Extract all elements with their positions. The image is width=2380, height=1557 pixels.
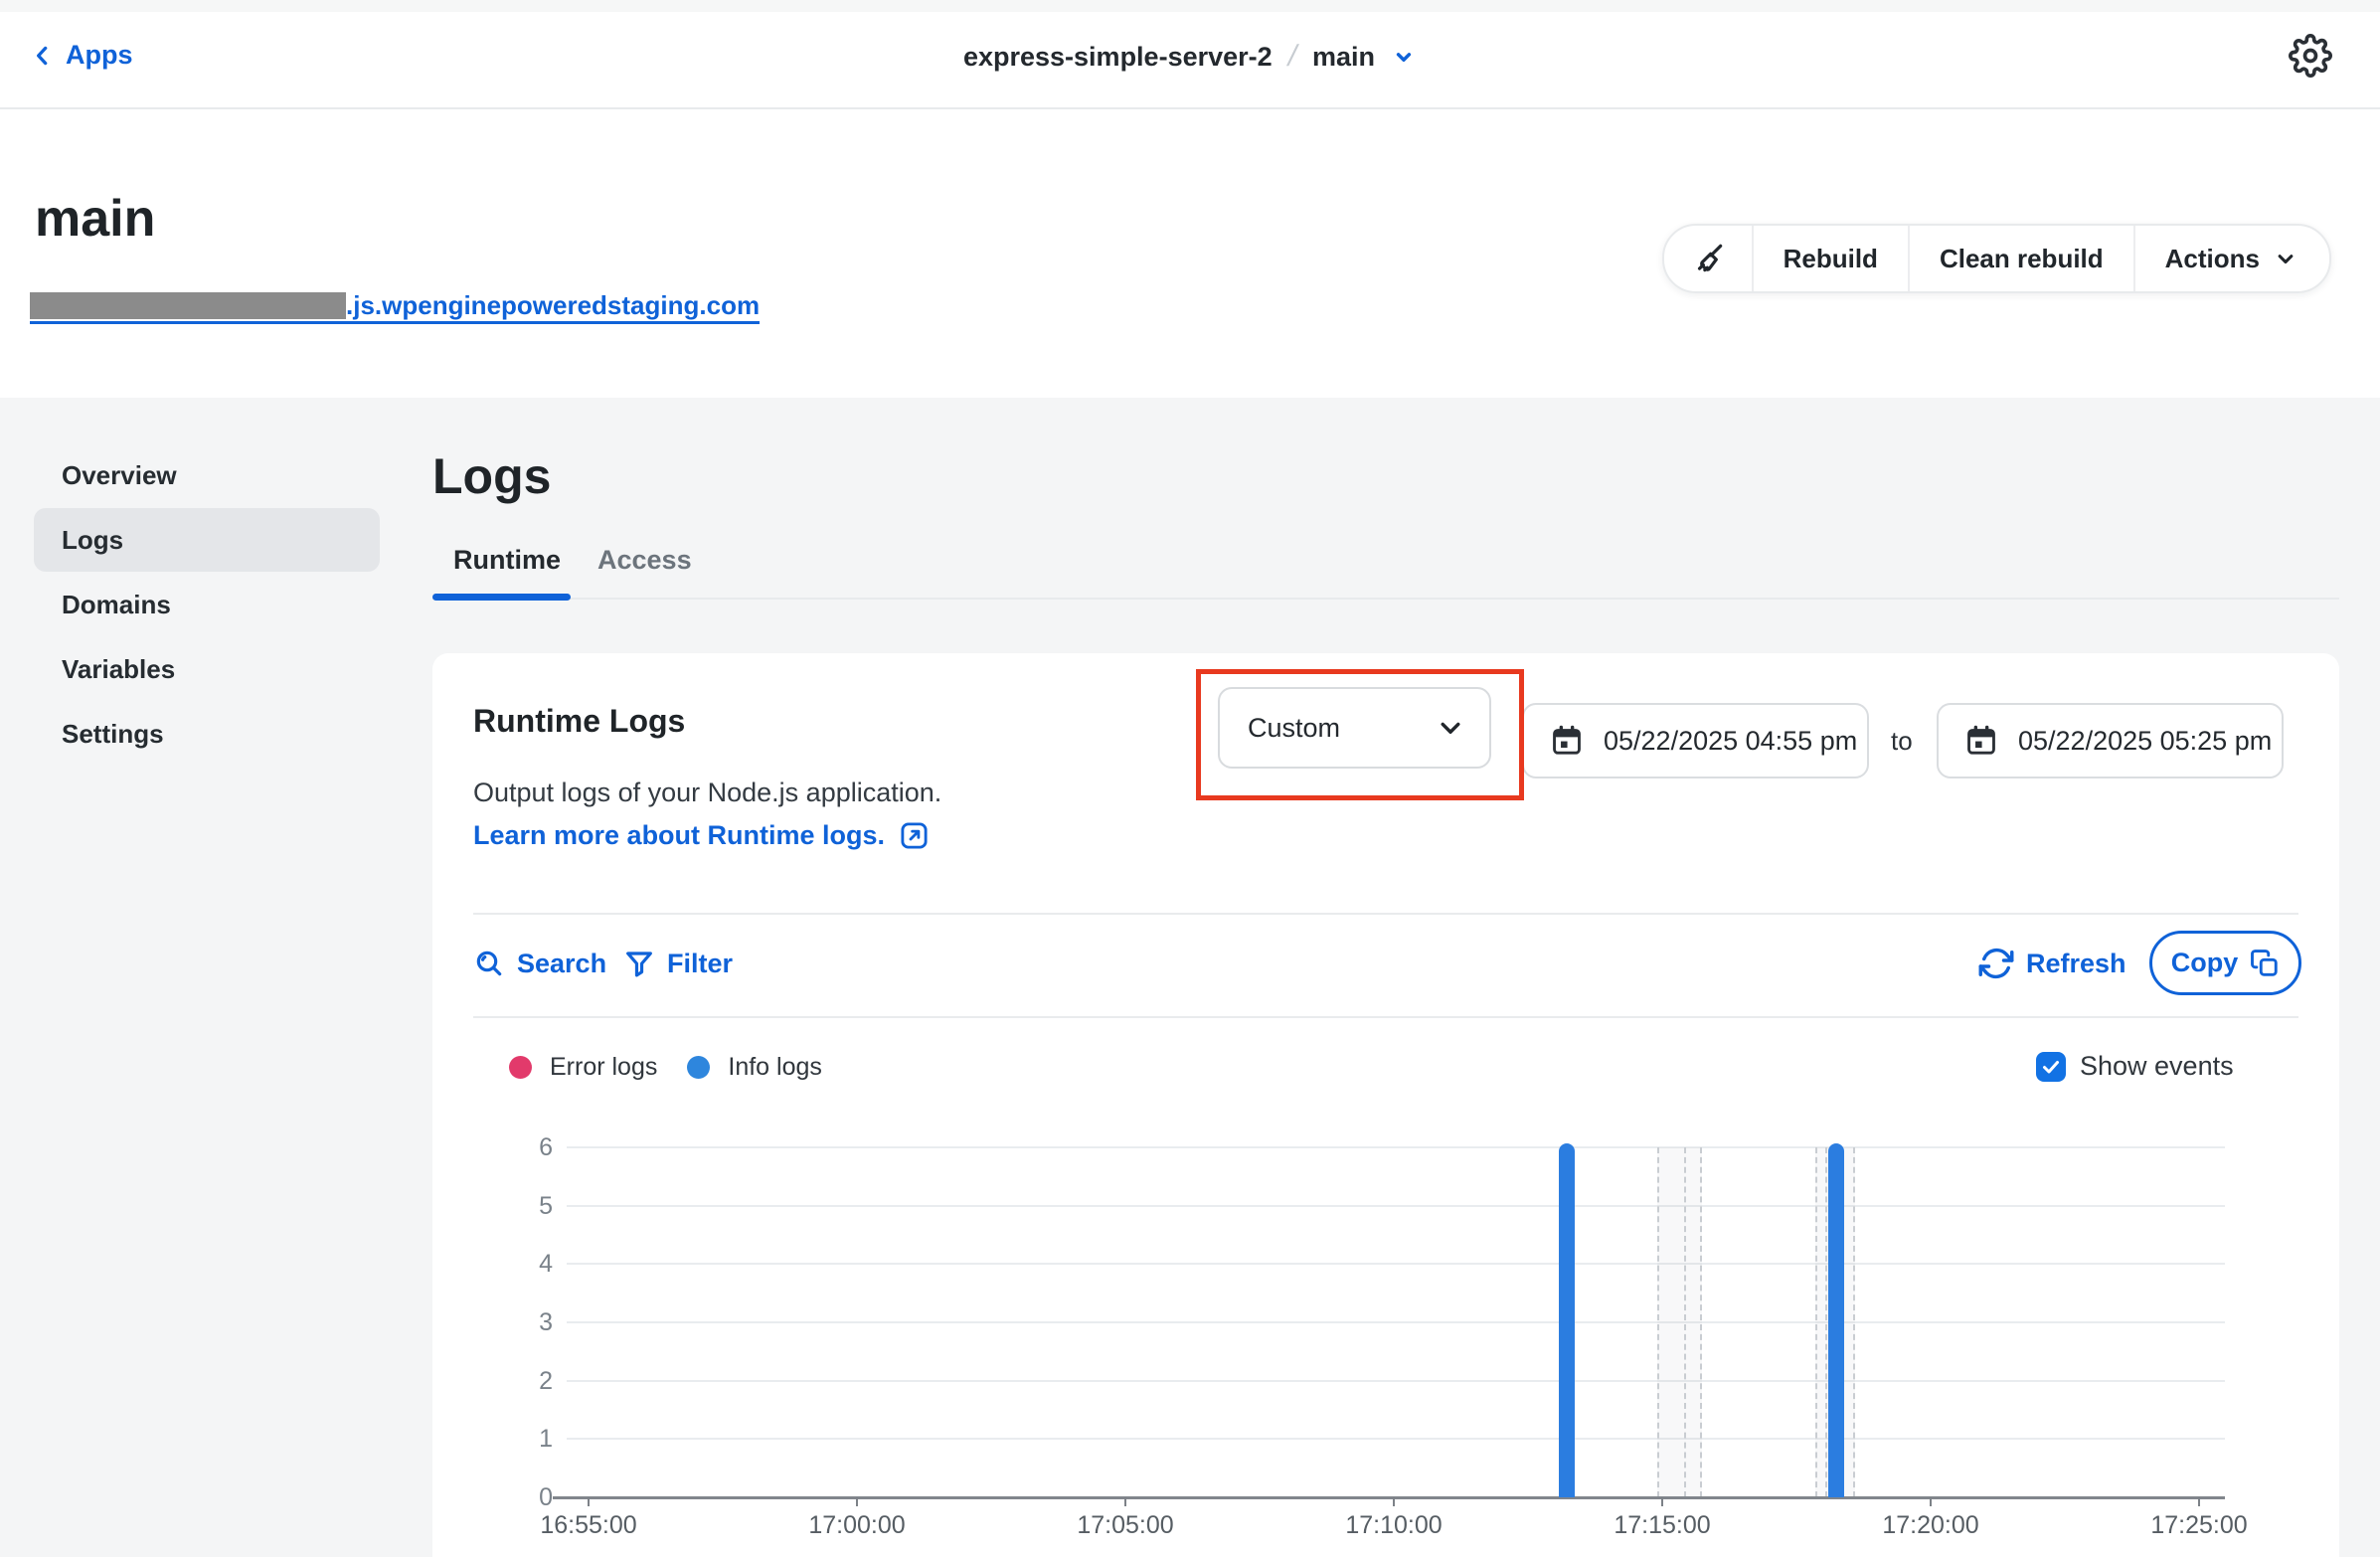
actions-label: Actions <box>2165 244 2260 274</box>
filter-label: Filter <box>667 949 733 979</box>
actions-chevron-down-icon <box>2272 245 2299 272</box>
search-button[interactable]: Search <box>473 944 606 983</box>
environment-header: main .js.wpenginepoweredstaging.com Rebu… <box>0 109 2380 398</box>
sidebar-item-logs[interactable]: Logs <box>34 508 380 572</box>
tab-access[interactable]: Access <box>597 545 692 576</box>
environment-url-link[interactable]: .js.wpenginepoweredstaging.com <box>30 292 760 324</box>
back-label: Apps <box>66 40 133 71</box>
clean-rebuild-label: Clean rebuild <box>1940 244 2104 274</box>
sidebar-item-settings[interactable]: Settings <box>34 702 380 766</box>
search-icon <box>473 948 505 979</box>
date-from-input[interactable]: 05/22/2025 04:55 pm <box>1522 703 1869 778</box>
settings-gear-icon[interactable] <box>2289 34 2332 78</box>
sidebar-item-domains[interactable]: Domains <box>34 573 380 636</box>
sidebar-item-label: Logs <box>62 525 123 556</box>
learn-more-label: Learn more about Runtime logs. <box>473 820 885 851</box>
sidebar-item-label: Variables <box>62 654 175 685</box>
back-to-apps-link[interactable]: Apps <box>30 40 133 71</box>
window-top-strip <box>0 0 2380 12</box>
copy-label: Copy <box>2171 948 2239 978</box>
broom-icon <box>1688 239 1728 278</box>
show-events-checkbox[interactable] <box>2036 1052 2066 1082</box>
calendar-icon <box>1550 724 1584 758</box>
url-redaction-bar <box>30 292 346 319</box>
filter-funnel-icon <box>623 948 655 979</box>
tab-runtime[interactable]: Runtime <box>453 545 561 576</box>
date-from-value: 05/22/2025 04:55 pm <box>1604 726 1857 757</box>
check-icon <box>2039 1055 2063 1079</box>
refresh-icon <box>1978 946 2014 981</box>
clean-rebuild-button[interactable]: Clean rebuild <box>1908 226 2133 291</box>
breadcrumb: express-simple-server-2 / main <box>963 40 1417 74</box>
show-events-toggle[interactable]: Show events <box>2036 1051 2234 1082</box>
divider <box>473 1016 2298 1018</box>
rebuild-button[interactable]: Rebuild <box>1752 226 1908 291</box>
tabs-baseline <box>432 598 2339 600</box>
runtime-logs-title: Runtime Logs <box>473 703 685 740</box>
runtime-logs-card: Runtime Logs Custom 05/22/2025 04:55 pm … <box>432 653 2339 1557</box>
actions-menu-button[interactable]: Actions <box>2133 226 2329 291</box>
legend-info-logs: Info logs <box>687 1053 822 1082</box>
top-app-bar: Apps express-simple-server-2 / main <box>0 12 2380 109</box>
rebuild-label: Rebuild <box>1784 244 1878 274</box>
active-tab-underline <box>432 594 571 601</box>
sidebar-nav: Overview Logs Domains Variables Settings <box>34 443 380 767</box>
search-label: Search <box>517 949 606 979</box>
sidebar-item-variables[interactable]: Variables <box>34 637 380 701</box>
copy-icon <box>2250 949 2280 978</box>
learn-more-link[interactable]: Learn more about Runtime logs. <box>473 820 930 851</box>
environment-actions-group: Rebuild Clean rebuild Actions <box>1662 224 2331 293</box>
legend-error-logs: Error logs <box>509 1053 657 1082</box>
annotation-red-box <box>1196 669 1524 800</box>
error-logs-dot <box>509 1056 532 1079</box>
refresh-label: Refresh <box>2026 949 2126 979</box>
app-root: Apps express-simple-server-2 / main main… <box>0 0 2380 1557</box>
copy-button[interactable]: Copy <box>2149 931 2301 995</box>
runtime-logs-description: Output logs of your Node.js application. <box>473 778 941 808</box>
chart-legend: Error logs Info logs <box>509 1053 822 1082</box>
date-to-input[interactable]: 05/22/2025 05:25 pm <box>1937 703 2284 778</box>
date-to-value: 05/22/2025 05:25 pm <box>2018 726 2272 757</box>
to-label: to <box>1891 726 1913 757</box>
filter-button[interactable]: Filter <box>623 944 733 983</box>
error-logs-label: Error logs <box>550 1053 657 1082</box>
calendar-icon <box>1964 724 1998 758</box>
sidebar-item-label: Settings <box>62 719 164 750</box>
sidebar-item-label: Domains <box>62 590 171 620</box>
breadcrumb-separator: / <box>1284 40 1300 74</box>
breadcrumb-app-name: express-simple-server-2 <box>963 42 1273 73</box>
page-title: Logs <box>432 447 551 505</box>
external-link-icon <box>899 820 930 851</box>
show-events-label: Show events <box>2080 1051 2234 1082</box>
environment-title: main <box>35 189 155 249</box>
refresh-button[interactable]: Refresh <box>1978 944 2126 983</box>
chevron-left-icon <box>30 43 56 69</box>
purge-cache-button[interactable] <box>1664 226 1752 291</box>
url-visible-text: .js.wpenginepoweredstaging.com <box>346 292 760 319</box>
divider <box>473 913 2298 915</box>
sidebar-item-label: Overview <box>62 460 177 491</box>
branch-chevron-down-icon[interactable] <box>1391 44 1417 70</box>
info-logs-dot <box>687 1056 710 1079</box>
breadcrumb-branch[interactable]: main <box>1312 42 1375 73</box>
sidebar-item-overview[interactable]: Overview <box>34 443 380 507</box>
info-logs-label: Info logs <box>728 1053 822 1082</box>
